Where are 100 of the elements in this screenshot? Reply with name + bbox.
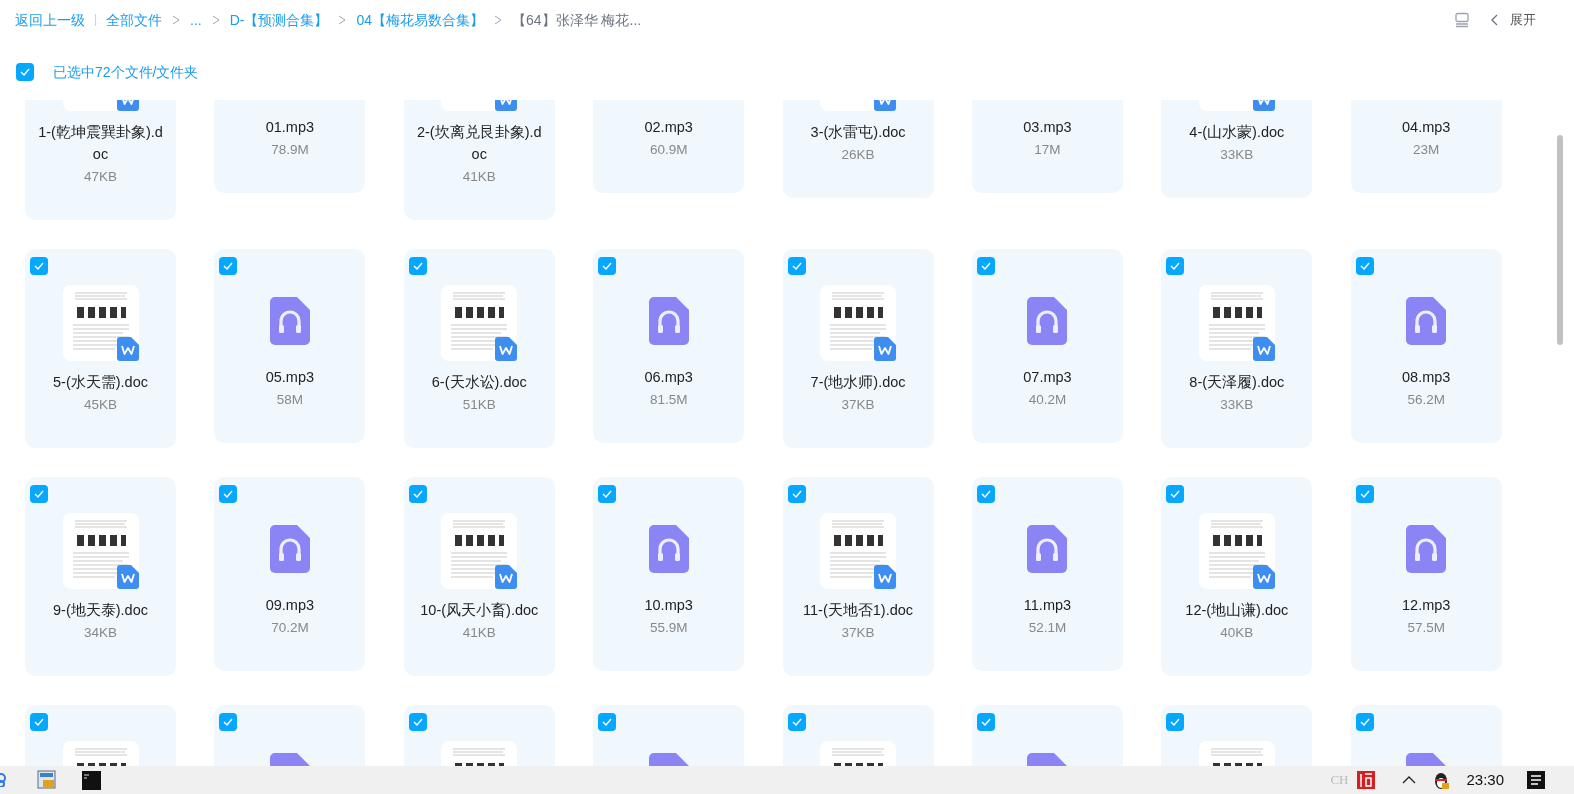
file-checkbox[interactable] bbox=[30, 257, 48, 275]
document-file-card[interactable]: 6-(天水讼).doc 51KB bbox=[403, 249, 555, 448]
check-icon bbox=[34, 718, 44, 726]
file-checkbox[interactable] bbox=[598, 257, 617, 275]
file-checkbox[interactable] bbox=[598, 713, 617, 731]
caret-up-icon[interactable] bbox=[1402, 776, 1417, 784]
file-name: 04.mp3 bbox=[1401, 118, 1452, 137]
document-file-card[interactable]: 3-(水雷屯).doc 26KB bbox=[782, 100, 934, 198]
file-checkbox[interactable] bbox=[787, 485, 806, 503]
file-size: 57.5M bbox=[1407, 619, 1445, 637]
file-checkbox[interactable] bbox=[219, 485, 238, 503]
audio-file-card[interactable]: 02.mp3 60.9M bbox=[593, 100, 745, 193]
file-checkbox[interactable] bbox=[787, 713, 806, 731]
check-icon bbox=[34, 490, 44, 498]
file-name: 10-(风天小畜).doc bbox=[419, 601, 540, 620]
terminal-icon[interactable] bbox=[82, 770, 101, 790]
file-checkbox[interactable] bbox=[1166, 485, 1185, 503]
file-size: 26KB bbox=[841, 146, 875, 164]
chevron-right-icon bbox=[211, 15, 220, 25]
check-icon bbox=[1170, 262, 1181, 270]
audio-file-card[interactable]: 06.mp3 81.5M bbox=[593, 249, 745, 443]
check-icon bbox=[980, 718, 991, 726]
audio-file-card[interactable]: 07.mp3 40.2M bbox=[971, 249, 1123, 443]
chevron-right-icon bbox=[494, 15, 503, 25]
cloud-icon[interactable] bbox=[0, 773, 8, 787]
audio-file-card[interactable]: 05.mp3 58M bbox=[214, 249, 366, 443]
document-file-card[interactable]: 12-(地山谦).doc 40KB bbox=[1161, 477, 1313, 676]
file-checkbox[interactable] bbox=[30, 713, 48, 731]
audio-file-card[interactable]: 11.mp3 52.1M bbox=[971, 477, 1123, 671]
penguin-icon[interactable] bbox=[1432, 770, 1451, 790]
word-file-icon bbox=[874, 337, 897, 361]
file-checkbox[interactable] bbox=[787, 257, 806, 275]
audio-file-icon bbox=[1406, 296, 1447, 345]
app-window-icon[interactable] bbox=[37, 770, 57, 790]
file-checkbox[interactable] bbox=[408, 485, 427, 503]
notification-icon[interactable] bbox=[1527, 771, 1545, 789]
file-checkbox[interactable] bbox=[30, 485, 48, 503]
audio-file-card[interactable]: 03.mp3 17M bbox=[971, 100, 1123, 193]
word-file-icon bbox=[874, 565, 897, 589]
file-size: 45KB bbox=[84, 396, 117, 414]
check-icon bbox=[980, 262, 991, 270]
file-name: 2-(坎离兑艮卦象).doc bbox=[415, 123, 543, 164]
document-file-card[interactable]: 1-(乾坤震巽卦象).doc 47KB bbox=[25, 100, 176, 220]
check-icon bbox=[412, 490, 423, 498]
file-size: 51KB bbox=[462, 396, 496, 414]
file-checkbox[interactable] bbox=[408, 713, 427, 731]
clock[interactable]: 23:30 bbox=[1466, 768, 1504, 792]
file-size: 17M bbox=[1034, 141, 1061, 159]
chevron-right-icon bbox=[338, 15, 347, 25]
check-icon bbox=[791, 490, 802, 498]
file-name: 05.mp3 bbox=[264, 368, 316, 387]
check-icon bbox=[602, 718, 613, 726]
document-file-card[interactable]: 2-(坎离兑艮卦象).doc 41KB bbox=[403, 100, 555, 220]
expand-button[interactable]: 展开 bbox=[1510, 10, 1536, 30]
file-name: 02.mp3 bbox=[643, 118, 694, 137]
audio-file-card[interactable]: 10.mp3 55.9M bbox=[593, 477, 745, 671]
file-checkbox[interactable] bbox=[976, 257, 995, 275]
select-all-checkbox[interactable] bbox=[16, 63, 34, 81]
document-file-card[interactable]: 8-(天泽履).doc 33KB bbox=[1161, 249, 1313, 448]
check-icon bbox=[223, 262, 234, 270]
audio-file-card[interactable]: 12.mp3 57.5M bbox=[1350, 477, 1502, 671]
file-name: 1-(乾坤震巽卦象).doc bbox=[37, 123, 164, 164]
file-checkbox[interactable] bbox=[219, 713, 238, 731]
scrollbar-thumb[interactable] bbox=[1557, 135, 1563, 345]
check-icon bbox=[1170, 490, 1181, 498]
file-name: 5-(水天需).doc bbox=[52, 373, 149, 392]
audio-file-icon bbox=[1027, 524, 1068, 573]
audio-file-card[interactable]: 09.mp3 70.2M bbox=[214, 477, 366, 671]
file-checkbox[interactable] bbox=[219, 257, 238, 275]
file-name: 06.mp3 bbox=[643, 368, 694, 387]
check-icon bbox=[791, 262, 802, 270]
check-icon bbox=[412, 718, 423, 726]
document-file-card[interactable]: 4-(山水蒙).doc 33KB bbox=[1161, 100, 1313, 198]
selection-count: 已选中72个文件/文件夹 bbox=[53, 62, 199, 82]
file-size: 33KB bbox=[1220, 146, 1254, 164]
file-name: 03.mp3 bbox=[1022, 118, 1073, 137]
input-method-icon[interactable] bbox=[1356, 770, 1377, 790]
document-file-card[interactable]: 11-(天地否1).doc 37KB bbox=[782, 477, 934, 676]
file-size: 40KB bbox=[1220, 624, 1254, 642]
audio-file-card[interactable]: 08.mp3 56.2M bbox=[1350, 249, 1502, 443]
document-file-card[interactable]: 5-(水天需).doc 45KB bbox=[25, 249, 176, 448]
file-checkbox[interactable] bbox=[1166, 713, 1185, 731]
file-checkbox[interactable] bbox=[408, 257, 427, 275]
file-checkbox[interactable] bbox=[976, 713, 995, 731]
document-file-card[interactable]: 9-(地天泰).doc 34KB bbox=[25, 477, 176, 676]
document-file-card[interactable]: 10-(风天小畜).doc 41KB bbox=[403, 477, 555, 676]
check-icon bbox=[791, 718, 802, 726]
file-checkbox[interactable] bbox=[976, 485, 995, 503]
file-checkbox[interactable] bbox=[1355, 485, 1374, 503]
check-icon bbox=[1170, 718, 1181, 726]
file-name: 12.mp3 bbox=[1401, 596, 1452, 615]
document-file-card[interactable]: 7-(地水师).doc 37KB bbox=[782, 249, 934, 448]
file-checkbox[interactable] bbox=[1355, 713, 1374, 731]
audio-file-card[interactable]: 01.mp3 78.9M bbox=[214, 100, 366, 193]
audio-file-card[interactable]: 04.mp3 23M bbox=[1350, 100, 1502, 193]
file-checkbox[interactable] bbox=[1166, 257, 1185, 275]
file-size: 23M bbox=[1413, 141, 1440, 159]
file-checkbox[interactable] bbox=[598, 485, 617, 503]
panel-icon[interactable] bbox=[1454, 12, 1470, 28]
file-checkbox[interactable] bbox=[1355, 257, 1374, 275]
